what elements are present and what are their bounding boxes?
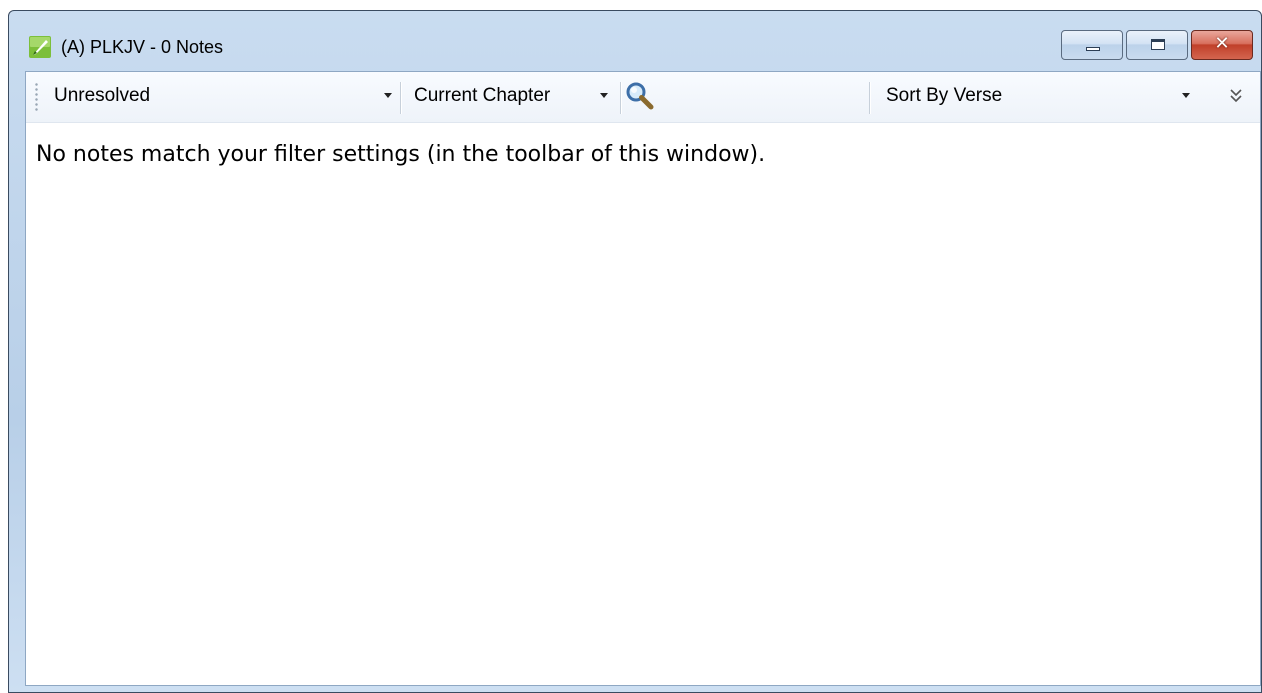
close-icon: ✕ bbox=[1214, 33, 1230, 54]
chevron-down-icon[interactable] bbox=[384, 93, 392, 98]
notes-panel: Unresolved Current Chapter Sort By Verse bbox=[25, 71, 1261, 686]
sort-value: Sort By Verse bbox=[886, 85, 1003, 106]
window-title: (A) PLKJV - 0 Notes bbox=[61, 37, 224, 57]
maximize-button[interactable] bbox=[1126, 30, 1188, 60]
search-input[interactable] bbox=[658, 80, 862, 116]
chevron-down-icon[interactable] bbox=[600, 93, 608, 98]
status-filter-dropdown[interactable]: Unresolved bbox=[44, 78, 394, 114]
toolbar: Unresolved Current Chapter Sort By Verse bbox=[26, 72, 1260, 123]
notes-window: (A) PLKJV - 0 Notes ✕ Unresolved Current… bbox=[8, 10, 1262, 693]
chevron-double-down-icon[interactable] bbox=[1226, 84, 1246, 108]
toolbar-separator bbox=[620, 82, 621, 114]
scope-filter-dropdown[interactable]: Current Chapter bbox=[404, 78, 614, 114]
title-bar[interactable]: (A) PLKJV - 0 Notes ✕ bbox=[9, 11, 1261, 71]
empty-message: No notes match your filter settings (in … bbox=[36, 142, 766, 167]
toolbar-separator bbox=[869, 82, 870, 114]
toolbar-grip-icon[interactable] bbox=[35, 82, 38, 112]
close-button[interactable]: ✕ bbox=[1191, 30, 1253, 60]
quill-icon bbox=[29, 36, 51, 58]
chevron-down-icon[interactable] bbox=[1182, 93, 1190, 98]
minimize-button[interactable] bbox=[1061, 30, 1123, 60]
sort-dropdown[interactable]: Sort By Verse bbox=[874, 78, 1234, 114]
status-filter-value: Unresolved bbox=[54, 85, 151, 106]
caption-buttons: ✕ bbox=[1061, 30, 1253, 60]
scope-filter-value: Current Chapter bbox=[414, 85, 551, 106]
toolbar-separator bbox=[400, 82, 401, 114]
search-icon[interactable] bbox=[624, 80, 656, 112]
